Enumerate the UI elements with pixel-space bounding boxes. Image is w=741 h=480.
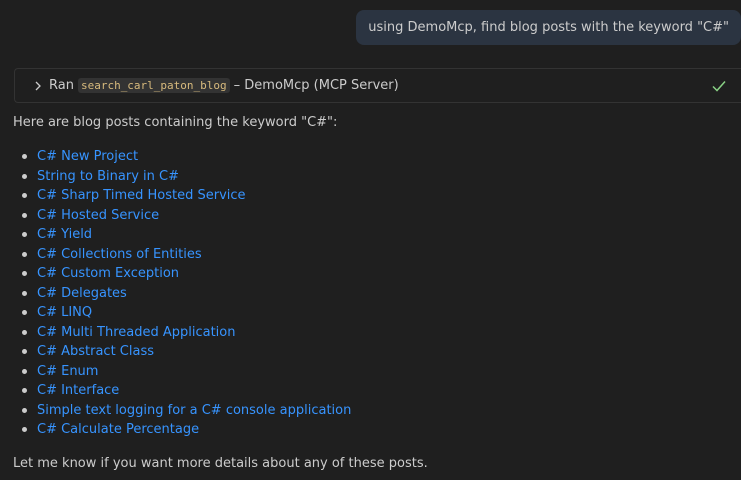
response-intro: Here are blog posts containing the keywo… (13, 115, 338, 130)
list-item: C# Multi Threaded Application (13, 323, 351, 343)
bullet-icon (22, 212, 27, 218)
blog-post-link[interactable]: C# Interface (37, 381, 119, 401)
blog-post-link[interactable]: C# Hosted Service (37, 206, 159, 226)
list-item: C# Sharp Timed Hosted Service (13, 186, 351, 206)
bullet-icon (22, 407, 27, 413)
tool-call-label: Ran search_carl_paton_blog – DemoMcp (MC… (49, 78, 399, 93)
bullet-icon (22, 271, 27, 277)
list-item: C# Yield (13, 225, 351, 245)
blog-post-link[interactable]: C# Delegates (37, 284, 127, 304)
blog-post-link[interactable]: C# Abstract Class (37, 342, 154, 362)
list-item: C# Calculate Percentage (13, 420, 351, 440)
list-item: C# Enum (13, 362, 351, 382)
chevron-right-icon[interactable] (33, 80, 43, 92)
bullet-icon (22, 232, 27, 238)
bullet-icon (22, 388, 27, 394)
bullet-icon (22, 427, 27, 433)
bullet-icon (22, 310, 27, 316)
blog-post-link[interactable]: C# Sharp Timed Hosted Service (37, 186, 246, 206)
blog-post-link[interactable]: C# Custom Exception (37, 264, 179, 284)
bullet-icon (22, 173, 27, 179)
bullet-icon (22, 349, 27, 355)
blog-post-link[interactable]: C# Yield (37, 225, 92, 245)
bullet-icon (22, 368, 27, 374)
user-message-bubble: using DemoMcp, find blog posts with the … (356, 10, 741, 45)
list-item: C# New Project (13, 147, 351, 167)
list-item: C# Hosted Service (13, 206, 351, 226)
list-item: C# Collections of Entities (13, 245, 351, 265)
blog-post-link[interactable]: C# Multi Threaded Application (37, 323, 236, 343)
tool-name-code: search_carl_paton_blog (77, 78, 230, 93)
user-message-text: using DemoMcp, find blog posts with the … (368, 20, 729, 35)
list-item: C# Delegates (13, 284, 351, 304)
bullet-icon (22, 193, 27, 199)
blog-post-link[interactable]: C# LINQ (37, 303, 92, 323)
bullet-icon (22, 290, 27, 296)
blog-post-link[interactable]: C# Collections of Entities (37, 245, 202, 265)
list-item: C# Custom Exception (13, 264, 351, 284)
bullet-icon (22, 154, 27, 160)
list-item: Simple text logging for a C# console app… (13, 401, 351, 421)
bullet-icon (22, 329, 27, 335)
tool-call-prefix: Ran (49, 78, 74, 93)
tool-call-suffix: – DemoMcp (MCP Server) (233, 78, 399, 93)
list-item: C# Interface (13, 381, 351, 401)
list-item: C# Abstract Class (13, 342, 351, 362)
blog-post-link[interactable]: C# Calculate Percentage (37, 420, 199, 440)
list-item: String to Binary in C# (13, 167, 351, 187)
blog-post-link[interactable]: C# Enum (37, 362, 98, 382)
checkmark-icon (711, 78, 727, 94)
blog-post-link[interactable]: String to Binary in C# (37, 167, 179, 187)
blog-post-link[interactable]: C# New Project (37, 147, 138, 167)
tool-call-summary[interactable]: Ran search_carl_paton_blog – DemoMcp (MC… (14, 68, 741, 103)
blog-post-list: C# New Project String to Binary in C# C#… (13, 147, 351, 440)
bullet-icon (22, 251, 27, 257)
list-item: C# LINQ (13, 303, 351, 323)
blog-post-link[interactable]: Simple text logging for a C# console app… (37, 401, 351, 421)
response-outro: Let me know if you want more details abo… (13, 456, 428, 471)
